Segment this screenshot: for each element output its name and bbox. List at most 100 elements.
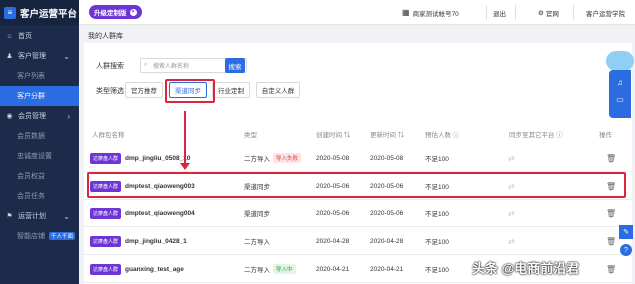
filter-official[interactable]: 官方推荐: [125, 82, 163, 98]
sidebar-item-tag: 千人千面: [48, 232, 75, 240]
sidebar-item-member-rights[interactable]: 会员权益: [0, 166, 79, 186]
chat-icon[interactable]: ▭: [609, 95, 631, 104]
official-label: 官网: [545, 10, 559, 18]
chevron-icon: ⌄: [63, 211, 70, 221]
sidebar-item-label: 会员管理: [18, 113, 46, 120]
col-header-estimate: 预估人数 ⓘ: [425, 132, 460, 139]
sidebar: ≡ 客户运营平台 ⌂ 首页 ♟ 客户管理 ⌄ 客户列表 客户分群 ◉ 会员管理 …: [0, 0, 79, 284]
member-icon: ◉: [6, 113, 13, 120]
name-cell: 达摩盘人群 dmp_jingliu_0508_10: [90, 144, 190, 172]
app-logo[interactable]: ≡ 客户运营平台: [0, 0, 79, 25]
sidebar-item-smart-shop[interactable]: 智能店铺 千人千面: [0, 226, 79, 246]
watermark: 头条 @电商前沿君: [472, 261, 580, 276]
sidebar-item-member-data[interactable]: 会员数据: [0, 126, 79, 146]
filter-custom[interactable]: 自定义人群: [256, 82, 300, 98]
close-icon[interactable]: ×: [129, 8, 137, 16]
sidebar-item-member-tasks[interactable]: 会员任务: [0, 186, 79, 206]
status-badge: 导入中: [273, 264, 296, 274]
search-placeholder: 搜索人群名称: [153, 64, 190, 70]
updated-cell: 2020-05-06: [370, 209, 404, 217]
created-cell: 2020-05-06: [316, 209, 350, 217]
divider: [486, 5, 487, 20]
chevron-icon: ›: [67, 111, 70, 121]
sidebar-item-customer-list[interactable]: 客户列表: [0, 66, 79, 86]
dmp-badge: 达摩盘人群: [90, 263, 122, 275]
search-label: 人群搜索: [96, 63, 124, 70]
sync-icon[interactable]: ⇄: [508, 199, 515, 227]
sidebar-item-label: 会员数据: [17, 133, 45, 140]
type-value: 二方导入: [244, 156, 270, 163]
user-icon: ♟: [6, 53, 13, 60]
highlight-box-filter: [165, 79, 215, 103]
segment-name[interactable]: dmptest_qiaoweng004: [125, 210, 195, 217]
sidebar-item-member-management[interactable]: ◉ 会员管理 ›: [0, 106, 79, 126]
account-info[interactable]: ▦ 商家测试帐号70: [402, 0, 459, 25]
sidebar-item-home[interactable]: ⌂ 首页: [0, 26, 79, 46]
estimate-cell: 不足100: [425, 156, 449, 163]
home-icon: ⌂: [7, 32, 12, 40]
segment-name[interactable]: guanxing_test_age: [125, 266, 184, 273]
trash-icon[interactable]: 🗑: [606, 199, 616, 227]
type-cell: 二方导入 导入失败: [244, 144, 302, 172]
help-icon[interactable]: ?: [620, 244, 632, 256]
segment-name[interactable]: dmp_jingliu_0428_1: [125, 238, 187, 245]
sidebar-item-label: 智能店铺: [17, 233, 45, 240]
floating-toolbar[interactable]: ♫ ▭: [609, 70, 631, 118]
bell-icon[interactable]: ♫: [609, 78, 631, 87]
divider: [515, 5, 516, 20]
trash-icon[interactable]: 🗑: [606, 227, 616, 255]
created-cell: 2020-04-21: [316, 265, 350, 273]
filter-industry[interactable]: 行业定制: [212, 82, 250, 98]
type-cell: 二方导入: [244, 227, 270, 255]
flag-icon: ⚑: [6, 213, 13, 220]
name-cell: 达摩盘人群 dmp_jingliu_0428_1: [90, 227, 187, 255]
sidebar-item-operation-plan[interactable]: ⚑ 运营计划 ⌄: [0, 206, 79, 226]
app-title: 客户运营平台: [20, 8, 78, 20]
edit-icon[interactable]: ✎: [619, 225, 633, 239]
segment-name[interactable]: dmp_jingliu_0508_10: [125, 155, 190, 162]
type-cell: 渠道同步: [244, 199, 270, 227]
type-cell: 二方导入 导入中: [244, 255, 296, 283]
account-name: 商家测试帐号70: [412, 10, 459, 18]
sidebar-item-label: 客户分群: [17, 93, 45, 100]
type-filter-label: 类型筛选: [96, 88, 124, 95]
col-header-created[interactable]: 创建时间 ⇅: [316, 129, 350, 139]
dmp-badge: 达摩盘人群: [90, 235, 122, 247]
sidebar-item-loyalty[interactable]: 忠诚度设置: [0, 146, 79, 166]
academy-link[interactable]: 客户运营学院: [586, 0, 625, 25]
search-button[interactable]: 搜索: [225, 58, 245, 73]
col-header-actions: 操作: [599, 132, 612, 139]
estimate-cell: 不足100: [425, 239, 449, 246]
chevron-icon: ⌄: [63, 51, 70, 61]
sidebar-item-customer-segment[interactable]: 客户分群: [0, 86, 79, 106]
sidebar-item-customer-management[interactable]: ♟ 客户管理 ⌄: [0, 46, 79, 66]
upgrade-badge[interactable]: 升级定制版 ×: [89, 5, 142, 19]
sync-icon[interactable]: ⇄: [508, 144, 515, 172]
created-cell: 2020-04-28: [316, 237, 350, 245]
sync-icon[interactable]: ⇄: [508, 227, 515, 255]
official-site-link[interactable]: ⚙ 官网: [538, 0, 559, 25]
divider: [573, 5, 574, 20]
shop-icon: ▦: [402, 8, 410, 17]
name-cell: 达摩盘人群 guanxing_test_age: [90, 255, 184, 283]
dmp-badge: 达摩盘人群: [90, 207, 122, 219]
updated-cell: 2020-05-08: [370, 154, 404, 162]
trash-icon[interactable]: 🗑: [606, 255, 616, 283]
logout-link[interactable]: 退出: [493, 0, 506, 25]
sidebar-item-label: 会员权益: [17, 173, 45, 180]
updated-cell: 2020-04-21: [370, 265, 404, 273]
cloud-decoration: [606, 51, 634, 71]
annotation-arrow-head: [180, 163, 190, 170]
sidebar-item-label: 首页: [18, 33, 32, 40]
col-header-name: 人群包名称: [92, 132, 125, 139]
trash-icon[interactable]: 🗑: [606, 144, 616, 172]
dmp-badge: 达摩盘人群: [90, 152, 122, 164]
status-badge: 导入失败: [273, 153, 302, 163]
type-value: 渠道同步: [244, 211, 270, 218]
estimate-cell: 不足100: [425, 267, 449, 274]
table-row: 达摩盘人群 dmptest_qiaoweng004 渠道同步 2020-05-06 20…: [84, 199, 632, 227]
col-header-updated[interactable]: 更新时间 ⇅: [370, 129, 404, 139]
type-value: 二方导入: [244, 239, 270, 246]
table-row: 达摩盘人群 dmp_jingliu_0508_10 二方导入 导入失败 2020-05-…: [84, 144, 632, 172]
table-row: 达摩盘人群 dmp_jingliu_0428_1 二方导入 2020-04-28 202…: [84, 227, 632, 255]
